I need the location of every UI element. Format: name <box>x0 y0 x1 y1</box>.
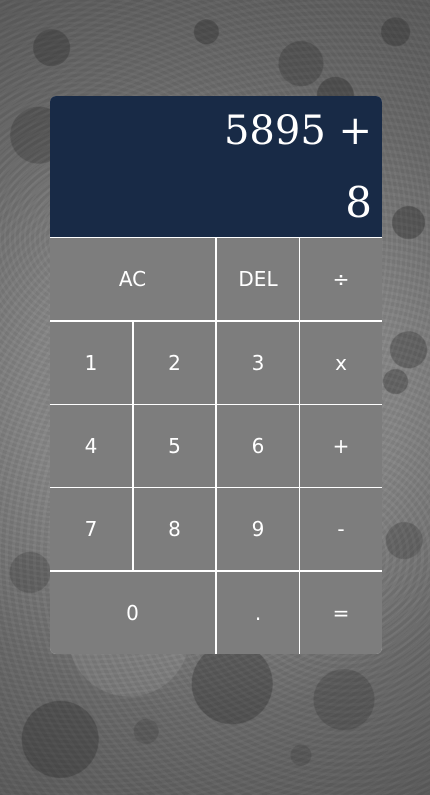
decimal-button[interactable]: . <box>217 572 299 654</box>
subtract-button[interactable]: - <box>300 488 382 570</box>
add-button[interactable]: + <box>300 405 382 487</box>
digit-3-button[interactable]: 3 <box>217 322 299 404</box>
digit-9-button[interactable]: 9 <box>217 488 299 570</box>
digit-6-button[interactable]: 6 <box>217 405 299 487</box>
digit-5-button[interactable]: 5 <box>134 405 215 487</box>
multiply-button[interactable]: x <box>300 322 382 404</box>
equals-button[interactable]: = <box>300 572 382 654</box>
all-clear-button[interactable]: AC <box>50 238 215 320</box>
previous-operand: 5895 + <box>223 108 372 154</box>
delete-button[interactable]: DEL <box>217 238 299 320</box>
digit-1-button[interactable]: 1 <box>50 322 132 404</box>
digit-8-button[interactable]: 8 <box>134 488 215 570</box>
digit-2-button[interactable]: 2 <box>134 322 215 404</box>
divide-button[interactable]: ÷ <box>300 238 382 320</box>
calculator: 5895 + 8 AC DEL ÷ 1 2 3 x 4 5 6 + 7 8 9 … <box>50 96 382 654</box>
digit-4-button[interactable]: 4 <box>50 405 132 487</box>
current-operand: 8 <box>345 178 372 227</box>
digit-0-button[interactable]: 0 <box>50 572 215 654</box>
calculator-display: 5895 + 8 <box>50 96 382 237</box>
digit-7-button[interactable]: 7 <box>50 488 132 570</box>
